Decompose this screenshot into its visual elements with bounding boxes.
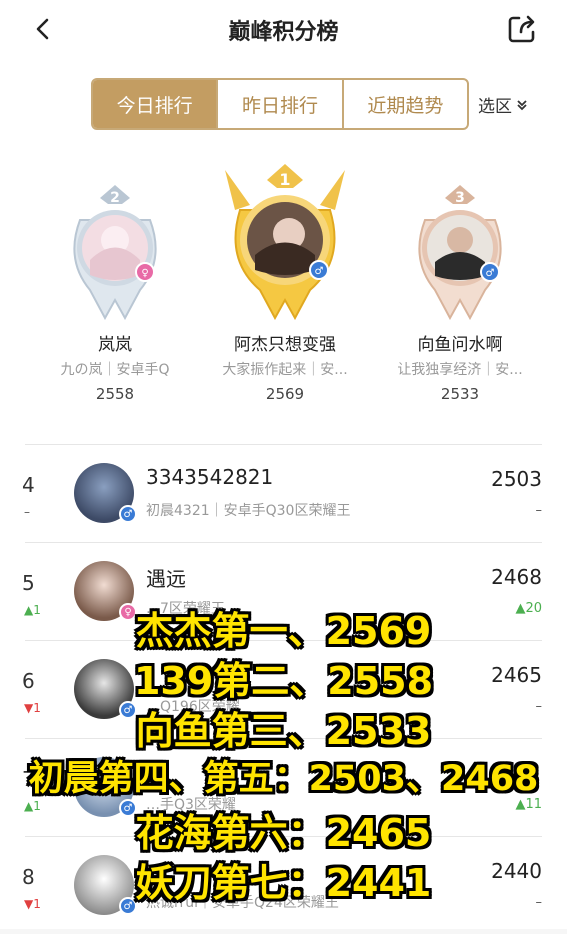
podium-score: 2558 — [95, 385, 135, 403]
caption-line-3: 向鱼第三、2533 — [135, 709, 432, 753]
podium-score: 2569 — [265, 385, 305, 403]
silver-rank-badge-icon: 2 ♀ — [73, 185, 157, 321]
caption-line-5: 花海第六：2465 — [135, 811, 432, 855]
tab-yesterday[interactable]: 昨日排行 — [218, 80, 344, 128]
share-icon[interactable] — [505, 12, 539, 46]
svg-text:♂: ♂ — [486, 268, 495, 279]
rank-number: 3 — [455, 190, 465, 206]
tab-trend[interactable]: 近期趋势 — [344, 80, 467, 128]
region-label: 选区 — [478, 97, 512, 117]
player-name: 3343542821 — [146, 465, 274, 489]
svg-text:♀: ♀ — [141, 268, 148, 279]
caption-line-4: 初晨第四、第五：2503、2468 — [28, 759, 539, 799]
player-subtitle: 初晨4321｜安卓手Q30区荣耀王 — [146, 503, 351, 519]
podium-name: 向鱼问水啊 — [417, 335, 503, 355]
score-delta: – — [535, 503, 543, 518]
double-chevron-down-icon — [517, 99, 527, 110]
podium-subtitle: 九の岚｜安卓手Q — [60, 362, 170, 378]
bronze-rank-badge-icon: 3 ♂ — [418, 185, 502, 321]
tab-today[interactable]: 今日排行 — [93, 80, 219, 128]
ranking-tabs: 今日排行 昨日排行 近期趋势 — [91, 78, 469, 130]
podium-name: 阿杰只想变强 — [234, 335, 336, 355]
podium-name: 岚岚 — [98, 335, 132, 355]
podium-subtitle: 让我独享经济｜安... — [397, 362, 523, 378]
rank-number: 1 — [279, 170, 290, 189]
caption-line-2: 139第二、2558 — [133, 659, 434, 703]
player-name: 遇远 — [146, 567, 186, 591]
rank-delta: – — [24, 505, 30, 519]
podium-third[interactable]: 3 ♂ 向鱼问水啊 让我独享经济｜安... 2533 — [375, 180, 545, 403]
player-score: 2503 — [491, 467, 542, 491]
podium-score: 2533 — [440, 385, 480, 403]
caption-line-1: 杰杰第一、2569 — [135, 609, 432, 653]
page-title: 巅峰积分榜 — [228, 20, 339, 45]
podium-subtitle: 大家振作起来｜安... — [222, 362, 348, 378]
region-selector[interactable]: 选区 — [478, 92, 529, 117]
svg-text:♂: ♂ — [315, 266, 324, 277]
caption-line-6: 妖刀第七：2441 — [135, 861, 432, 905]
rank-number: 2 — [110, 190, 120, 206]
rank-number: 5 — [22, 571, 35, 595]
table-row[interactable]: 4 – ♂ 3343542821 初晨4321｜安卓手Q30区荣耀王 2503 … — [0, 445, 567, 542]
male-icon: ♂ — [119, 505, 137, 523]
rank-number: 4 — [22, 473, 35, 497]
podium-second[interactable]: 2 ♀ 岚岚 九の岚｜安卓手Q 2558 — [30, 180, 200, 403]
player-score: 2468 — [491, 565, 542, 589]
podium-first[interactable]: 1 ♂ 阿杰只想变强 大家振作起来｜安... 2569 — [200, 160, 370, 403]
gold-rank-badge-icon: 1 ♂ — [225, 164, 345, 321]
nav-bar: 巅峰积分榜 — [0, 0, 567, 60]
